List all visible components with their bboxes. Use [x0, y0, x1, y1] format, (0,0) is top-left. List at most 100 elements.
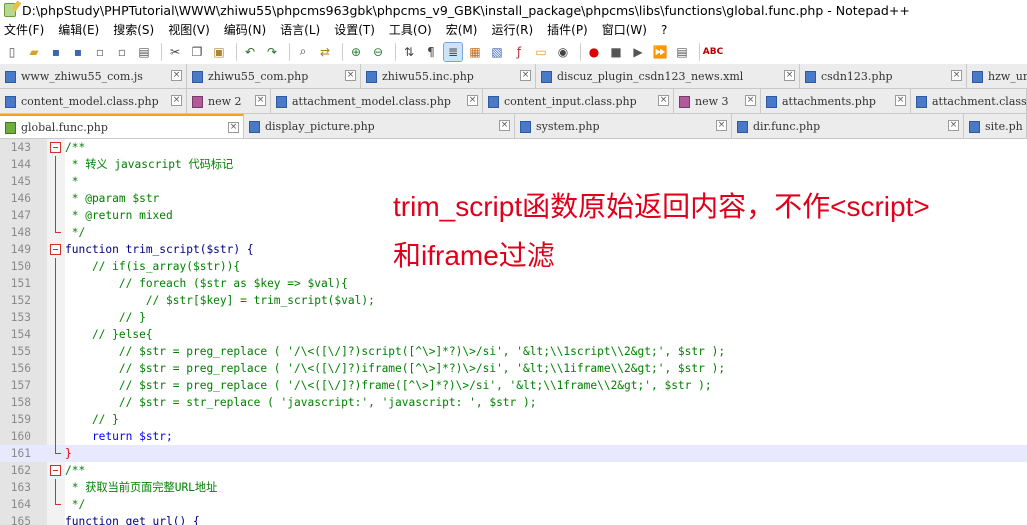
- close-all-icon[interactable]: ▫: [113, 43, 131, 61]
- tab-hzw-url[interactable]: hzw_url_a: [967, 64, 1027, 88]
- record-icon[interactable]: ●: [585, 43, 603, 61]
- tab-zhiwu55-com-php[interactable]: zhiwu55_com.php ×: [187, 64, 361, 88]
- file-icon: [541, 70, 552, 83]
- code-line: 157 // $str = preg_replace ( '/\<([\/]?)…: [0, 377, 1027, 394]
- window-title: D:\phpStudy\PHPTutorial\WWW\zhiwu55\phpc…: [22, 2, 910, 18]
- fold-line: [55, 326, 56, 343]
- menu-settings[interactable]: 设置(T): [334, 21, 375, 38]
- open-file-icon[interactable]: ▰: [25, 43, 43, 61]
- save-icon[interactable]: ▪: [47, 43, 65, 61]
- tab-discuz-plugin-xml[interactable]: discuz_plugin_csdn123_news.xml ×: [536, 64, 800, 88]
- close-tab-icon[interactable]: ×: [948, 120, 959, 131]
- line-number: 155: [10, 345, 31, 358]
- tab-label: site.ph: [985, 120, 1023, 133]
- fold-line: [55, 258, 56, 275]
- tab-label: content_model.class.php: [21, 95, 159, 108]
- paste-icon[interactable]: ▣: [210, 43, 228, 61]
- play-multi-icon[interactable]: ⏩: [651, 43, 669, 61]
- monitor-icon[interactable]: ◉: [554, 43, 572, 61]
- menu-language[interactable]: 语言(L): [280, 21, 320, 38]
- fold-end: [55, 496, 61, 505]
- menu-edit[interactable]: 编辑(E): [58, 21, 99, 38]
- close-tab-icon[interactable]: ×: [520, 70, 531, 81]
- save-all-icon[interactable]: ▪: [69, 43, 87, 61]
- print-icon[interactable]: ▤: [135, 43, 153, 61]
- close-icon[interactable]: ▫: [91, 43, 109, 61]
- menu-macro[interactable]: 宏(M): [446, 21, 478, 38]
- redo-icon[interactable]: ↷: [263, 43, 281, 61]
- undo-icon[interactable]: ↶: [241, 43, 259, 61]
- menu-window[interactable]: 窗口(W): [602, 21, 647, 38]
- code-editor[interactable]: 143 /** 144 * 转义 javascript 代码标记 145 * 14…: [0, 139, 1027, 525]
- menu-run[interactable]: 运行(R): [491, 21, 533, 38]
- folder-icon[interactable]: ▭: [532, 43, 550, 61]
- close-tab-icon[interactable]: ×: [228, 122, 239, 133]
- tab-www-zhiwu55-js[interactable]: www_zhiwu55_com.js ×: [0, 64, 187, 88]
- code-text: // }: [65, 311, 146, 324]
- tab-content-input[interactable]: content_input.class.php ×: [483, 89, 674, 113]
- menu-file[interactable]: 文件(F): [4, 21, 44, 38]
- close-tab-icon[interactable]: ×: [171, 95, 182, 106]
- line-number: 161: [10, 447, 31, 460]
- close-tab-icon[interactable]: ×: [895, 95, 906, 106]
- tab-label: hzw_url_a: [988, 70, 1027, 83]
- close-tab-icon[interactable]: ×: [658, 95, 669, 106]
- tab-site-php[interactable]: site.ph: [964, 114, 1027, 138]
- tab-label: content_input.class.php: [504, 95, 637, 108]
- spellcheck-icon[interactable]: ABC: [703, 43, 723, 61]
- zoom-in-icon[interactable]: ⊕: [347, 43, 365, 61]
- toolbar-separator: [236, 42, 237, 61]
- tab-dir-func-php[interactable]: dir.func.php ×: [732, 114, 964, 138]
- close-tab-icon[interactable]: ×: [171, 70, 182, 81]
- file-icon: [5, 95, 16, 108]
- replace-icon[interactable]: ⇄: [316, 43, 334, 61]
- close-tab-icon[interactable]: ×: [467, 95, 478, 106]
- fold-marker-icon[interactable]: [50, 142, 61, 153]
- new-file-icon[interactable]: ▯: [3, 43, 21, 61]
- lang-icon[interactable]: ▦: [466, 43, 484, 61]
- close-tab-icon[interactable]: ×: [784, 70, 795, 81]
- tab-display-picture[interactable]: display_picture.php ×: [244, 114, 515, 138]
- find-icon[interactable]: ⌕: [294, 43, 312, 61]
- menu-help[interactable]: ?: [661, 23, 667, 37]
- close-tab-icon[interactable]: ×: [951, 70, 962, 81]
- tab-global-func-php[interactable]: global.func.php ×: [0, 114, 244, 138]
- menu-tools[interactable]: 工具(O): [389, 21, 432, 38]
- line-number: 154: [10, 328, 31, 341]
- save-macro-icon[interactable]: ▤: [673, 43, 691, 61]
- tab-new-2[interactable]: new 2 ×: [187, 89, 271, 113]
- close-tab-icon[interactable]: ×: [499, 120, 510, 131]
- show-all-icon[interactable]: ¶: [422, 43, 440, 61]
- close-tab-icon[interactable]: ×: [255, 95, 266, 106]
- indent-guide-icon[interactable]: ≣: [443, 41, 463, 62]
- menu-encoding[interactable]: 编码(N): [224, 21, 266, 38]
- menu-plugins[interactable]: 插件(P): [547, 21, 588, 38]
- tab-system-php[interactable]: system.php ×: [515, 114, 732, 138]
- menu-view[interactable]: 视图(V): [168, 21, 210, 38]
- play-icon[interactable]: ▶: [629, 43, 647, 61]
- stop-icon[interactable]: ■: [607, 43, 625, 61]
- fold-marker-icon[interactable]: [50, 465, 61, 476]
- close-tab-icon[interactable]: ×: [345, 70, 356, 81]
- tab-zhiwu55-inc-php[interactable]: zhiwu55.inc.php ×: [361, 64, 536, 88]
- tab-attachments-php[interactable]: attachments.php ×: [761, 89, 911, 113]
- tab-label: dir.func.php: [753, 120, 821, 133]
- code-line: 153 // }: [0, 309, 1027, 326]
- tab-attachment-class[interactable]: attachment.class: [911, 89, 1027, 113]
- doc-map-icon[interactable]: ▧: [488, 43, 506, 61]
- file-icon: [249, 120, 260, 133]
- tab-label: attachment_model.class.php: [292, 95, 451, 108]
- fold-marker-icon[interactable]: [50, 244, 61, 255]
- copy-icon[interactable]: ❐: [188, 43, 206, 61]
- tab-attachment-model[interactable]: attachment_model.class.php ×: [271, 89, 483, 113]
- tab-content-model[interactable]: content_model.class.php ×: [0, 89, 187, 113]
- close-tab-icon[interactable]: ×: [716, 120, 727, 131]
- menu-search[interactable]: 搜索(S): [113, 21, 154, 38]
- tab-new-3[interactable]: new 3 ×: [674, 89, 761, 113]
- zoom-out-icon[interactable]: ⊖: [369, 43, 387, 61]
- tab-csdn123-php[interactable]: csdn123.php ×: [800, 64, 967, 88]
- cut-icon[interactable]: ✂: [166, 43, 184, 61]
- close-tab-icon[interactable]: ×: [745, 95, 756, 106]
- function-list-icon[interactable]: ƒ: [510, 43, 528, 61]
- sync-v-icon[interactable]: ⇅: [400, 43, 418, 61]
